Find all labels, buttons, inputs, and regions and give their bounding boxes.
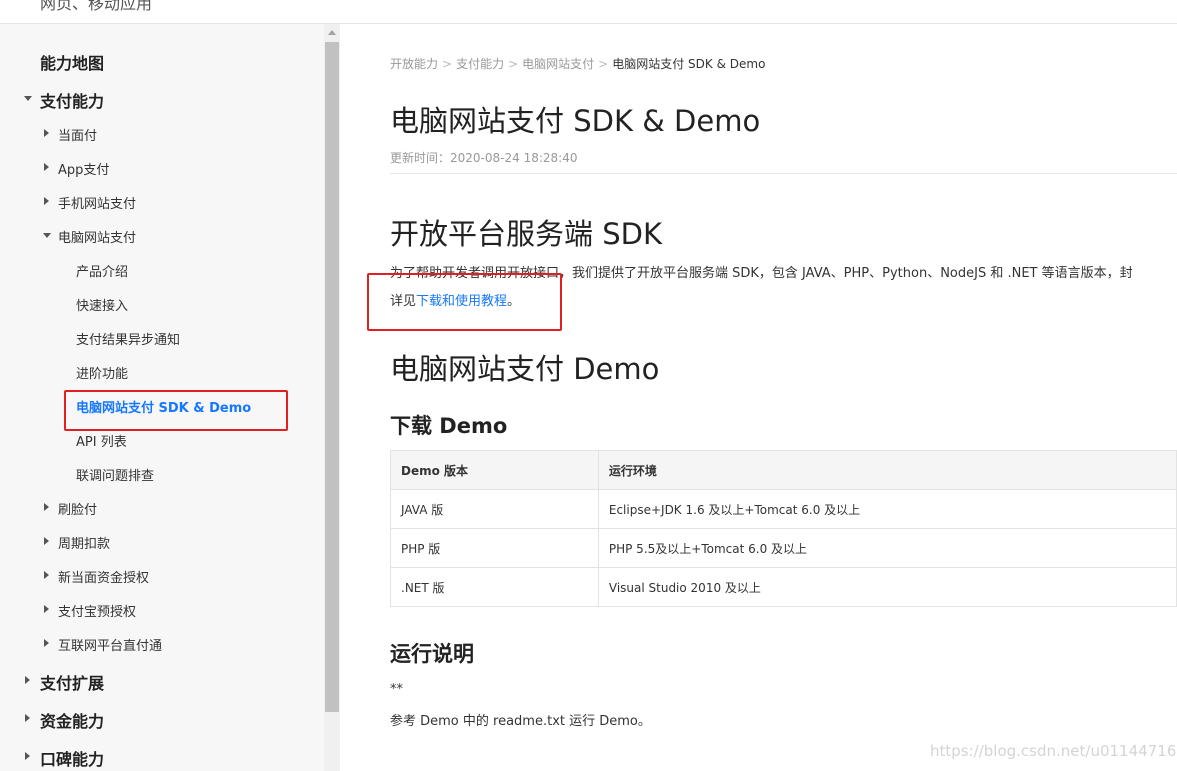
- table-header: 运行环境: [597, 450, 1177, 490]
- table-cell: Visual Studio 2010 及以上: [597, 567, 1177, 607]
- sidebar-item-advanced[interactable]: 进阶功能: [76, 363, 128, 382]
- table-header: Demo 版本: [390, 450, 599, 490]
- stars-text: **: [390, 682, 403, 697]
- sidebar-item-async-notify[interactable]: 支付结果异步通知: [76, 329, 180, 348]
- sidebar-item-face-pay[interactable]: 刷脸付: [58, 499, 97, 518]
- sidebar-item-quick-start[interactable]: 快速接入: [76, 295, 128, 314]
- update-time: 更新时间：2020-08-24 18:28:40: [390, 149, 577, 166]
- sidebar-item-app-pay[interactable]: App支付: [58, 159, 109, 178]
- table-row: .NET 版 Visual Studio 2010 及以上: [390, 567, 1177, 607]
- sidebar-item-fund-auth[interactable]: 新当面资金授权: [58, 567, 149, 586]
- sidebar-item-payment[interactable]: 支付能力: [40, 88, 104, 112]
- update-time-value: 2020-08-24 18:28:40: [450, 151, 578, 165]
- title-divider: [390, 173, 1177, 174]
- table-header-row: Demo 版本 运行环境: [390, 450, 1177, 490]
- caret-right-icon[interactable]: [44, 503, 49, 511]
- table-cell: .NET 版: [390, 567, 599, 607]
- caret-right-icon[interactable]: [44, 571, 49, 579]
- update-time-label: 更新时间：: [390, 151, 451, 165]
- page-title: 电脑网站支付 SDK & Demo: [390, 104, 761, 138]
- caret-down-icon[interactable]: [43, 233, 51, 238]
- sidebar-item-koubei[interactable]: 口碑能力: [40, 746, 104, 770]
- breadcrumb: 开放能力 > 支付能力 > 电脑网站支付 > 电脑网站支付 SDK & Demo: [390, 55, 765, 72]
- table-row: PHP 版 PHP 5.5及以上+Tomcat 6.0 及以上: [390, 528, 1177, 568]
- main-content: 开放能力 > 支付能力 > 电脑网站支付 > 电脑网站支付 SDK & Demo 电脑网站支…: [340, 24, 1177, 771]
- sidebar-item-pre-auth[interactable]: 支付宝预授权: [58, 601, 136, 620]
- caret-right-icon[interactable]: [44, 163, 49, 171]
- caret-right-icon[interactable]: [44, 129, 49, 137]
- sidebar-nav: 能力地图 支付能力 当面付 App支付 手机网站支付 电脑网站支付 产品介绍 快…: [0, 24, 324, 771]
- caret-down-icon[interactable]: [24, 96, 32, 101]
- caret-right-icon[interactable]: [44, 639, 49, 647]
- table-cell: JAVA 版: [390, 489, 599, 529]
- sidebar-item-face-to-face[interactable]: 当面付: [58, 125, 97, 144]
- sidebar-item-intro[interactable]: 产品介绍: [76, 261, 128, 280]
- sidebar-item-page-pay[interactable]: 电脑网站支付: [58, 227, 136, 246]
- table-cell: PHP 5.5及以上+Tomcat 6.0 及以上: [597, 528, 1177, 568]
- sidebar-item-debug[interactable]: 联调问题排查: [76, 465, 154, 484]
- scroll-thumb[interactable]: [325, 42, 339, 712]
- demo-table: Demo 版本 运行环境 JAVA 版 Eclipse+JDK 1.6 及以上+…: [390, 450, 1177, 607]
- sidebar-item-cycle-pay[interactable]: 周期扣款: [58, 533, 110, 552]
- sidebar-item-pay-extension[interactable]: 支付扩展: [40, 670, 104, 694]
- sidebar-scrollbar[interactable]: [324, 24, 340, 771]
- sidebar-item-capability-map[interactable]: 能力地图: [40, 50, 104, 74]
- breadcrumb-separator: >: [598, 57, 609, 71]
- sidebar-item-api-list[interactable]: API 列表: [76, 431, 127, 450]
- breadcrumb-item[interactable]: 电脑网站支付: [522, 57, 594, 71]
- table-cell: PHP 版: [390, 528, 599, 568]
- breadcrumb-item[interactable]: 开放能力: [390, 57, 438, 71]
- sidebar-item-platform-direct[interactable]: 互联网平台直付通: [58, 635, 162, 654]
- run-instructions-text: 参考 Demo 中的 readme.txt 运行 Demo。: [390, 714, 651, 729]
- top-bar-title: 网页、移动应用: [40, 0, 153, 13]
- highlight-box: [367, 273, 562, 331]
- table-cell: Eclipse+JDK 1.6 及以上+Tomcat 6.0 及以上: [597, 489, 1177, 529]
- caret-right-icon[interactable]: [25, 752, 30, 760]
- caret-right-icon[interactable]: [44, 605, 49, 613]
- breadcrumb-separator: >: [442, 57, 453, 71]
- sidebar-item-funds[interactable]: 资金能力: [40, 708, 104, 732]
- scroll-up-button[interactable]: [324, 24, 340, 42]
- top-bar: 网页、移动应用: [0, 0, 1177, 24]
- download-demo-heading: 下载 Demo: [390, 414, 508, 438]
- caret-right-icon[interactable]: [25, 676, 30, 684]
- highlight-box: [64, 390, 288, 431]
- caret-right-icon[interactable]: [44, 537, 49, 545]
- breadcrumb-current: 电脑网站支付 SDK & Demo: [612, 57, 766, 71]
- run-instructions-heading: 运行说明: [390, 642, 474, 666]
- breadcrumb-item[interactable]: 支付能力: [456, 57, 504, 71]
- caret-up-icon: [328, 30, 336, 35]
- sidebar-item-wap-pay[interactable]: 手机网站支付: [58, 193, 136, 212]
- breadcrumb-separator: >: [508, 57, 519, 71]
- watermark: https://blog.csdn.net/u011447164: [930, 742, 1177, 760]
- caret-right-icon[interactable]: [25, 714, 30, 722]
- caret-right-icon[interactable]: [44, 197, 49, 205]
- table-row: JAVA 版 Eclipse+JDK 1.6 及以上+Tomcat 6.0 及以…: [390, 489, 1177, 529]
- sdk-heading: 开放平台服务端 SDK: [390, 217, 662, 251]
- demo-heading: 电脑网站支付 Demo: [390, 352, 660, 386]
